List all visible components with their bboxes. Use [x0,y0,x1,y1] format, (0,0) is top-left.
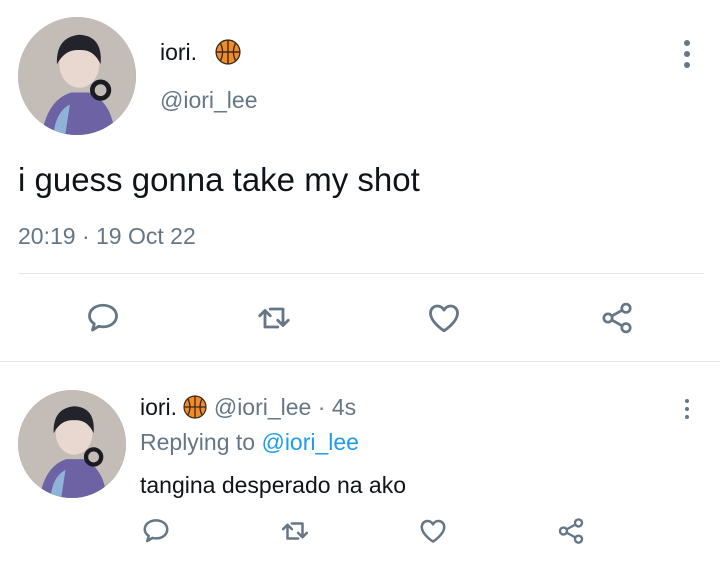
avatar-image [18,17,136,135]
reply-like-button[interactable] [416,516,450,546]
reply-button[interactable] [84,300,122,336]
like-button[interactable] [424,300,464,336]
avatar-image [18,390,126,498]
retweet-button[interactable] [254,300,294,336]
more-options-icon[interactable] [684,40,690,73]
replying-to-label: Replying to [140,429,256,455]
divider [18,273,704,274]
like-icon [420,519,446,543]
reply-more-options-icon[interactable] [685,399,689,423]
reply-text: tangina desperado na ako [140,472,406,498]
reply-icon [88,303,118,332]
separator: · [81,223,90,249]
replying-to-line: Replying to @iori_lee [140,428,359,456]
tweet-timestamp: 20:19 · 19 Oct 22 [18,222,196,250]
reply-reply-button[interactable] [140,516,172,546]
tweet-date: 19 Oct 22 [96,223,196,249]
share-icon [558,518,584,544]
basketball-icon [183,395,208,419]
reply-display-name[interactable]: iori. [140,394,177,420]
reply-share-button[interactable] [554,516,588,546]
replying-to-handle[interactable]: @iori_lee [261,429,359,455]
retweet-icon [258,307,290,329]
reply-age: 4s [331,394,357,420]
reply-handle[interactable]: @iori_lee [214,394,312,420]
user-handle[interactable]: @iori_lee [160,86,258,114]
retweet-icon [281,522,309,540]
basketball-icon [215,39,241,65]
display-name[interactable]: iori. [160,38,197,66]
tweet-time: 20:19 [18,223,76,249]
avatar[interactable] [18,17,136,135]
like-icon [429,304,459,333]
separator: · [317,394,326,420]
reply-icon [143,519,169,543]
reply-retweet-button[interactable] [278,516,312,546]
reply-avatar[interactable] [18,390,126,498]
share-icon [602,302,632,334]
section-divider [0,361,720,362]
reply-header: iori. @iori_lee · 4s [140,393,356,421]
share-button[interactable] [597,300,637,336]
tweet-text: i guess gonna take my shot [18,161,420,198]
